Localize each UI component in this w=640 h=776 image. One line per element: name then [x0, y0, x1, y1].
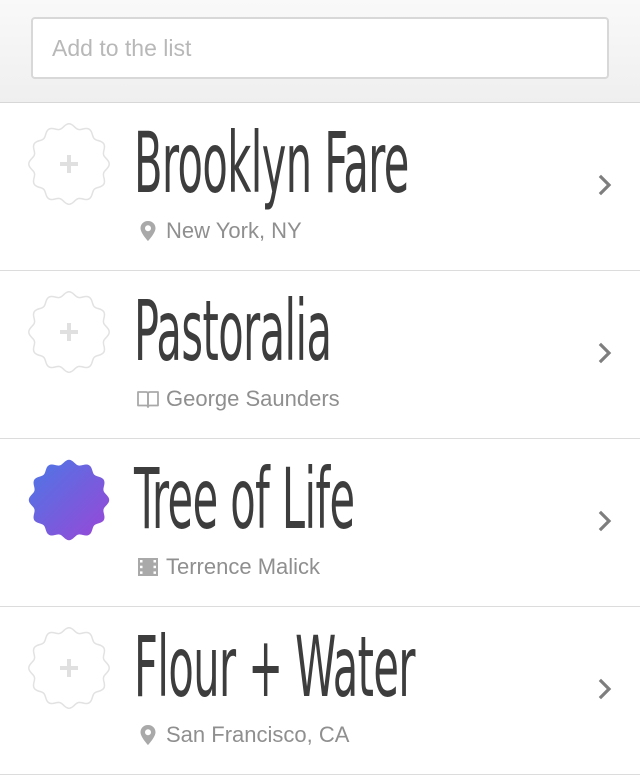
item-subtitle-text: New York, NY [166, 218, 302, 243]
list-item[interactable]: Tree of Life Terrence Malick [0, 439, 640, 607]
chevron-right-icon[interactable] [598, 341, 614, 365]
item-subtitle-text: San Francisco, CA [166, 722, 350, 747]
item-subtitle-text: Terrence Malick [166, 554, 321, 579]
item-subtitle: Terrence Malick [136, 552, 320, 582]
item-title: Flour + Water [134, 618, 415, 716]
add-badge-icon[interactable] [26, 625, 112, 711]
book-icon [136, 387, 160, 411]
header-bar [0, 0, 640, 103]
item-title: Brooklyn Fare [134, 114, 409, 212]
item-list: Brooklyn Fare New York, NY Pastoralia Ge… [0, 103, 640, 775]
list-item[interactable]: Pastoralia George Saunders [0, 271, 640, 439]
film-icon [136, 555, 160, 579]
add-to-list-input[interactable] [31, 17, 609, 79]
item-subtitle: George Saunders [136, 384, 340, 414]
list-item[interactable]: Brooklyn Fare New York, NY [0, 103, 640, 271]
add-badge-icon[interactable] [26, 289, 112, 375]
chevron-right-icon[interactable] [598, 509, 614, 533]
item-subtitle: New York, NY [136, 216, 302, 246]
list-item[interactable]: Flour + Water San Francisco, CA [0, 607, 640, 775]
checked-badge-icon[interactable] [26, 457, 112, 543]
chevron-right-icon[interactable] [598, 677, 614, 701]
location-pin-icon [136, 219, 160, 243]
add-badge-icon[interactable] [26, 121, 112, 207]
app-screen: Brooklyn Fare New York, NY [0, 0, 640, 776]
chevron-right-icon[interactable] [598, 173, 614, 197]
location-pin-icon [136, 723, 160, 747]
item-title: Pastoralia [134, 282, 332, 380]
item-subtitle-text: George Saunders [166, 386, 340, 411]
item-title: Tree of Life [134, 450, 355, 548]
item-subtitle: San Francisco, CA [136, 720, 349, 750]
